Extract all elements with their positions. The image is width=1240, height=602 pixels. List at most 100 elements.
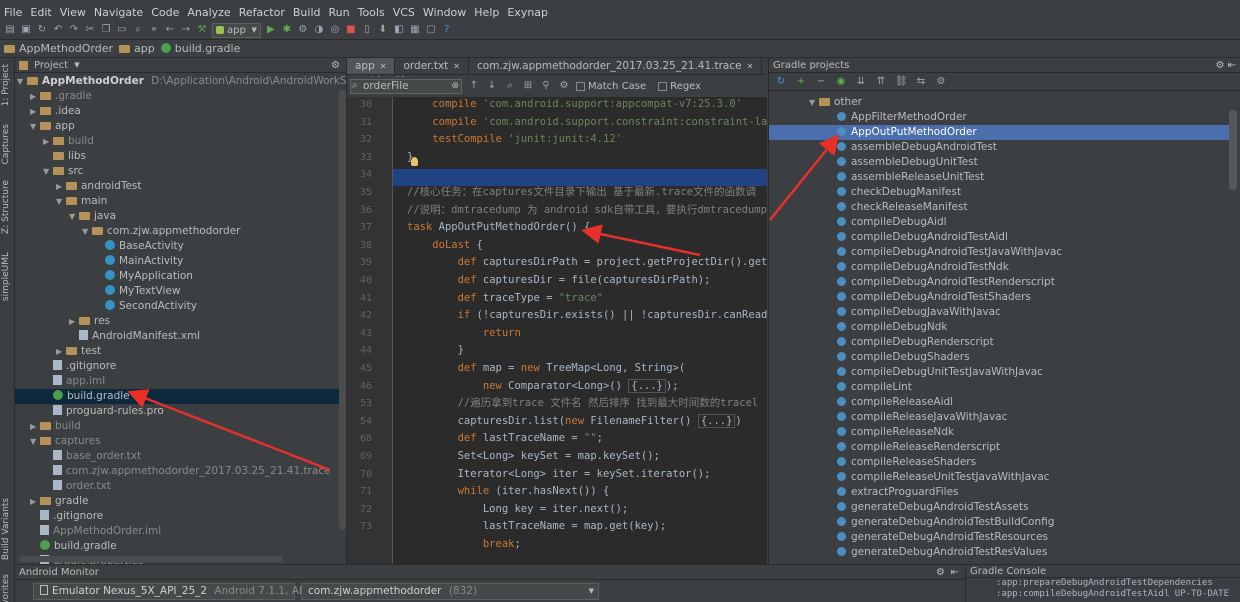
menu-item[interactable]: Exynap (503, 6, 552, 19)
tree-item[interactable]: ▼ main (56, 194, 107, 209)
tree-item[interactable]: ▶ .gradle (30, 89, 92, 104)
arrow-up-icon[interactable]: ↑ (468, 80, 480, 92)
chevron-right-icon[interactable]: ▶ (56, 179, 66, 194)
menu-item[interactable]: Navigate (90, 6, 147, 19)
close-icon[interactable]: ✕ (380, 62, 387, 71)
gradle-task[interactable]: compileReleaseJavaWithJavac (837, 410, 1007, 425)
gear-icon[interactable]: ⚙ (936, 565, 945, 580)
tree-item[interactable]: .gitignore (43, 359, 116, 374)
tree-item[interactable]: ▶ build (30, 419, 81, 434)
project-hscrollbar[interactable] (19, 556, 283, 562)
gear-icon[interactable]: ⚙ (331, 60, 340, 71)
chevron-right-icon[interactable]: ▶ (30, 494, 40, 509)
breadcrumb-item[interactable]: AppMethodOrder (4, 42, 113, 55)
gear-icon[interactable]: ⚙ (1215, 60, 1224, 71)
refresh-icon[interactable]: ↻ (775, 76, 787, 88)
sync-icon[interactable]: ↻ (36, 24, 48, 36)
find-icon[interactable]: ⌕ (132, 24, 144, 36)
gradle-task[interactable]: compileDebugUnitTestJavaWithJavac (837, 365, 1043, 380)
tab-project[interactable]: 1: Project (1, 64, 11, 106)
collapse-all-icon[interactable]: ⇈ (875, 76, 887, 88)
paste-icon[interactable]: ▭ (116, 24, 128, 36)
select-all-occurrences-icon[interactable]: ⊞ (522, 80, 534, 92)
run-config-select[interactable]: app ▼ (212, 22, 261, 38)
tree-item[interactable]: ▶ res (69, 314, 110, 329)
chevron-down-icon[interactable]: ▼ (809, 95, 819, 110)
gradle-task[interactable]: assembleDebugUnitTest (837, 155, 978, 170)
gradle-task[interactable]: compileReleaseNdk (837, 425, 954, 440)
gradle-task[interactable]: compileDebugNdk (837, 320, 948, 335)
tree-item[interactable]: ▼ com.zjw.appmethodorder (82, 224, 240, 239)
forward-icon[interactable]: → (180, 24, 192, 36)
tree-item[interactable]: MyTextView (95, 284, 180, 299)
menu-item[interactable]: VCS (389, 6, 419, 19)
tree-item[interactable]: base_order.txt (43, 449, 141, 464)
breadcrumb-item[interactable]: build.gradle (160, 42, 240, 55)
attach-debugger-icon[interactable]: ⚙ (297, 24, 309, 36)
structure-icon[interactable]: ▦ (409, 24, 421, 36)
tab-build-variants[interactable]: Build Variants (1, 498, 11, 560)
chevron-down-icon[interactable]: ▼ (82, 224, 92, 239)
gradle-task[interactable]: assembleReleaseUnitTest (837, 170, 984, 185)
chevron-right-icon[interactable]: ▶ (30, 89, 40, 104)
editor-tab[interactable]: order.txt ✕ (395, 58, 469, 74)
cut-icon[interactable]: ✂ (84, 24, 96, 36)
tab-structure[interactable]: Z: Structure (1, 180, 11, 234)
hide-icon[interactable]: ⇤ (1228, 60, 1236, 71)
back-icon[interactable]: ← (164, 24, 176, 36)
chevron-down-icon[interactable]: ▼ (56, 194, 66, 209)
replace-icon[interactable]: ⌖ (148, 24, 160, 36)
chevron-down-icon[interactable]: ▼ (30, 119, 40, 134)
device-select[interactable]: Emulator Nexus_5X_API_25_2 Android 7.1.1… (33, 583, 325, 600)
gradle-task[interactable]: compileDebugJavaWithJavac (837, 305, 1001, 320)
gradle-task[interactable]: compileReleaseShaders (837, 455, 976, 470)
hide-icon[interactable]: ⇤ (951, 565, 959, 580)
search-field[interactable]: ⌕ ⊗ (350, 78, 462, 94)
settings-icon[interactable]: ⚙ (558, 80, 570, 92)
tree-item[interactable]: ▼ java (69, 209, 116, 224)
offline-icon[interactable]: ⇆ (915, 76, 927, 88)
gradle-task[interactable]: extractProguardFiles (837, 485, 959, 500)
menu-item[interactable]: Tools (354, 6, 389, 19)
gradle-task[interactable]: compileReleaseAidl (837, 395, 953, 410)
menu-item[interactable]: Analyze (183, 6, 234, 19)
chevron-down-icon[interactable]: ▼ (43, 164, 53, 179)
tree-item[interactable]: ▶ build (43, 134, 94, 149)
execute-task-icon[interactable]: ◉ (835, 76, 847, 88)
tree-item[interactable]: MainActivity (95, 254, 183, 269)
tree-item[interactable]: AppMethodOrder.iml (30, 524, 161, 539)
tree-item[interactable]: com.zjw.appmethodorder_2017.03.25_21.41.… (43, 464, 331, 479)
help-icon[interactable]: ? (441, 24, 453, 36)
gradle-task[interactable]: generateDebugAndroidTestResources (837, 530, 1048, 545)
chevron-right-icon[interactable]: ▶ (56, 344, 66, 359)
run-icon[interactable]: ▶ (265, 24, 277, 36)
expand-all-icon[interactable]: ⇊ (855, 76, 867, 88)
chevron-right-icon[interactable]: ▶ (30, 104, 40, 119)
add-icon[interactable]: + (795, 76, 807, 88)
gradle-task[interactable]: compileDebugAndroidTestJavaWithJavac (837, 245, 1062, 260)
gradle-task[interactable]: compileReleaseRenderscript (837, 440, 1000, 455)
gradle-task[interactable]: AppOutPutMethodOrder (769, 125, 1229, 140)
tree-item[interactable]: ▼ src (43, 164, 83, 179)
menu-item[interactable]: View (56, 6, 90, 19)
editor-tab[interactable]: app ✕ (347, 58, 396, 74)
close-icon[interactable]: ✕ (453, 62, 460, 71)
chevron-down-icon[interactable]: ▼ (30, 434, 40, 449)
tree-item[interactable]: AndroidManifest.xml (69, 329, 200, 344)
close-icon[interactable]: ✕ (747, 62, 754, 71)
chevron-down-icon[interactable]: ▼ (74, 61, 79, 69)
gradle-task[interactable]: compileDebugShaders (837, 350, 970, 365)
undo-icon[interactable]: ↶ (52, 24, 64, 36)
tab-captures[interactable]: Captures (1, 124, 11, 164)
gradle-task[interactable]: AppFilterMethodOrder (837, 110, 967, 125)
chevron-right-icon[interactable]: ▶ (43, 134, 53, 149)
menu-item[interactable]: File (0, 6, 26, 19)
chevron-down-icon[interactable]: ▼ (17, 74, 27, 89)
tree-item[interactable]: ▶ .idea (30, 104, 81, 119)
gradle-task[interactable]: compileLint (837, 380, 912, 395)
tab-simpleuml[interactable]: simpleUML (1, 252, 11, 301)
gradle-group-other[interactable]: ▼ other (809, 95, 862, 110)
tree-item[interactable]: ▶ gradle (30, 494, 88, 509)
gradle-task[interactable]: compileReleaseUnitTestJavaWithJavac (837, 470, 1049, 485)
menu-item[interactable]: Refactor (235, 6, 289, 19)
